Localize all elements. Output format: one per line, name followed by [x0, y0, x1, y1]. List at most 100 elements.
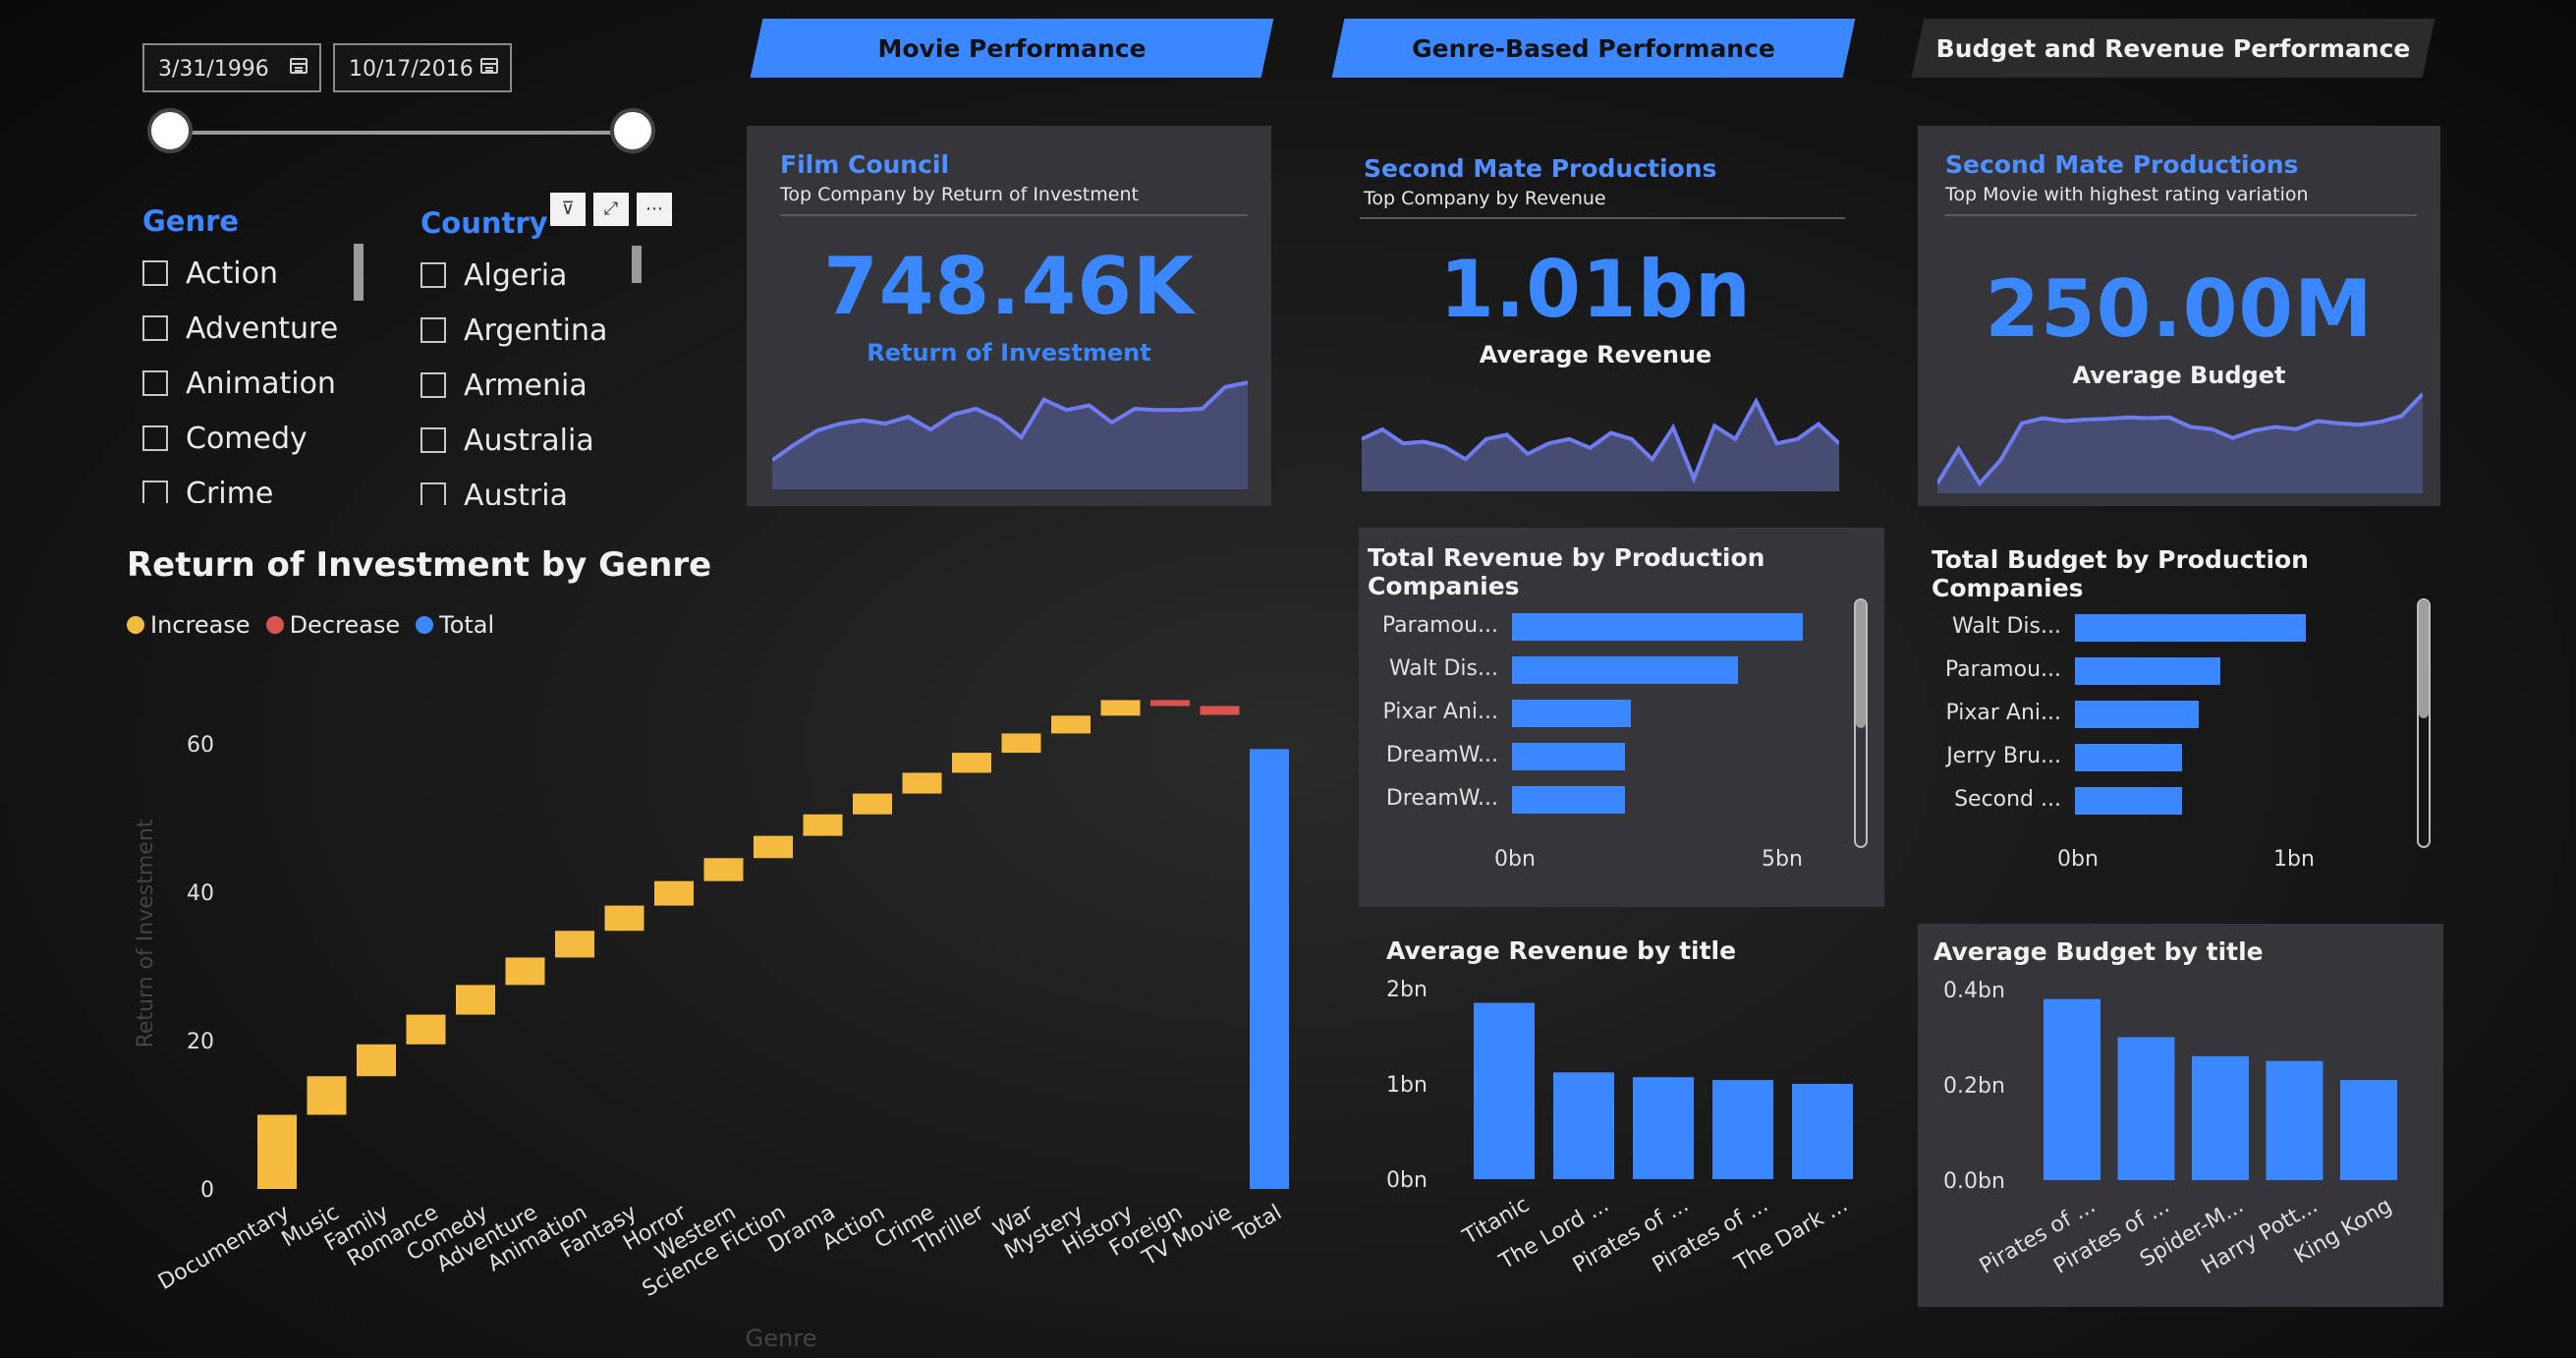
kpi-card-revenue[interactable]: Second Mate Productions Top Company by R… [1346, 126, 1845, 506]
bar[interactable] [1512, 786, 1626, 814]
scrollbar-thumb[interactable] [1856, 600, 1866, 728]
budget-scrollbar[interactable] [2417, 598, 2431, 848]
legend-item[interactable]: Decrease [265, 611, 400, 639]
bar[interactable] [1512, 656, 1739, 684]
waterfall-bar[interactable] [604, 905, 644, 932]
waterfall-bar[interactable] [952, 753, 991, 773]
tab-budget-revenue-performance[interactable]: Budget and Revenue Performance [1911, 19, 2436, 78]
waterfall-bar[interactable] [307, 1076, 347, 1115]
genre-slicer-scrollbar[interactable] [354, 244, 364, 301]
checkbox[interactable] [142, 425, 168, 451]
waterfall-bar[interactable] [406, 1014, 446, 1045]
tab-movie-performance[interactable]: Movie Performance [750, 19, 1274, 78]
bar[interactable] [2075, 787, 2182, 815]
checkbox[interactable] [420, 317, 446, 343]
genre-option[interactable]: Animation [142, 356, 368, 411]
bar[interactable] [1553, 1072, 1614, 1179]
waterfall-bar[interactable] [902, 772, 942, 794]
genre-option[interactable]: Action [142, 246, 368, 301]
genre-slicer-list[interactable]: Action Adventure Animation Comedy Crime [142, 246, 368, 503]
filter-icon[interactable]: ⊽ [550, 193, 586, 226]
calendar-icon[interactable] [480, 58, 498, 74]
waterfall-bar[interactable] [803, 814, 843, 836]
country-option[interactable]: Argentina [420, 303, 646, 358]
bar[interactable] [2075, 614, 2307, 642]
legend-item[interactable]: Increase [127, 611, 251, 639]
checkbox[interactable] [420, 427, 446, 453]
checkbox[interactable] [420, 262, 446, 288]
bar[interactable] [1712, 1080, 1773, 1179]
bar[interactable] [1792, 1084, 1853, 1179]
genre-option[interactable]: Crime [142, 466, 368, 503]
x-tick-label: Total [1229, 1201, 1286, 1248]
scrollbar-thumb[interactable] [2419, 600, 2429, 718]
date-range-slider-track[interactable] [169, 131, 633, 135]
bar[interactable] [1474, 1002, 1535, 1179]
waterfall-bar[interactable] [456, 985, 495, 1015]
kpi-label: Return of Investment [867, 339, 1151, 367]
bar-category-label: Paramou... [1381, 613, 1498, 638]
tab-label: Movie Performance [877, 33, 1147, 63]
date-range-end-handle[interactable] [610, 108, 655, 153]
calendar-icon[interactable] [290, 58, 308, 74]
checkbox[interactable] [420, 482, 446, 505]
waterfall-bar[interactable] [505, 957, 545, 986]
kpi-card-budget[interactable]: Second Mate Productions Top Movie with h… [1918, 126, 2440, 506]
country-option[interactable]: Algeria [420, 248, 646, 303]
budget-by-company-card[interactable]: Total Budget by Production Companies Wal… [1918, 528, 2443, 907]
bar[interactable] [1512, 743, 1626, 770]
date-range-start-handle[interactable] [147, 108, 193, 153]
checkbox[interactable] [142, 481, 168, 503]
waterfall-bar[interactable] [257, 1114, 297, 1190]
checkbox[interactable] [142, 260, 168, 286]
more-options-icon[interactable]: ⋯ [637, 193, 672, 226]
avg-budget-card[interactable]: Average Budget by title 0.4bn 0.2bn 0.0bn P… [1918, 924, 2443, 1307]
revenue-by-company-card[interactable]: Total Revenue by Production Companies Pa… [1359, 528, 1884, 907]
bar[interactable] [2117, 1037, 2175, 1181]
waterfall-bar[interactable] [754, 835, 793, 859]
revenue-scrollbar[interactable] [1854, 598, 1868, 848]
kpi-card-roi[interactable]: Film Council Top Company by Return of In… [747, 126, 1271, 506]
waterfall-bar[interactable] [1200, 706, 1240, 715]
start-date-input[interactable]: 3/31/1996 [142, 43, 321, 92]
waterfall-bar[interactable] [1150, 700, 1190, 707]
waterfall-bar[interactable] [555, 931, 594, 958]
roi-waterfall-chart[interactable]: 0 20 40 60 Return of Investment Genre Document… [0, 688, 1346, 1358]
avg-revenue-chart[interactable]: 2bn1bn0bnTitanicThe Lord ...Pirates of .… [1359, 963, 1884, 1307]
bar-category-label: DreamW... [1385, 786, 1498, 811]
bar[interactable] [2075, 744, 2182, 771]
end-date-input[interactable]: 10/17/2016 [333, 43, 512, 92]
waterfall-bar[interactable] [1100, 700, 1141, 716]
tab-genre-performance[interactable]: Genre-Based Performance [1331, 19, 1856, 78]
bar[interactable] [2075, 701, 2200, 728]
genre-option[interactable]: Adventure [142, 301, 368, 356]
bar[interactable] [2266, 1060, 2324, 1180]
waterfall-bar[interactable] [703, 858, 744, 881]
legend-item[interactable]: Total [416, 611, 494, 639]
waterfall-bar[interactable] [1051, 715, 1091, 734]
bar[interactable] [1512, 700, 1631, 727]
waterfall-bar[interactable] [1250, 749, 1289, 1189]
checkbox[interactable] [420, 372, 446, 398]
roi-legend[interactable]: Increase Decrease Total [127, 611, 494, 639]
bar[interactable] [1512, 613, 1803, 641]
country-option[interactable]: Australia [420, 413, 646, 468]
checkbox[interactable] [142, 315, 168, 341]
genre-option[interactable]: Comedy [142, 411, 368, 466]
bar[interactable] [2044, 998, 2100, 1180]
bar[interactable] [2075, 657, 2221, 685]
waterfall-bar[interactable] [1001, 733, 1041, 754]
checkbox[interactable] [142, 370, 168, 396]
avg-budget-chart[interactable]: 0.4bn0.2bn0.0bnPirates of ...Pirates of … [1918, 963, 2443, 1302]
waterfall-bar[interactable] [853, 793, 892, 815]
bar[interactable] [2340, 1080, 2397, 1180]
country-slicer-scrollbar[interactable] [632, 246, 642, 283]
focus-mode-icon[interactable]: ⤢ [593, 193, 629, 226]
country-option[interactable]: Armenia [420, 358, 646, 413]
country-slicer-list[interactable]: Algeria Argentina Armenia Australia Austria [420, 248, 646, 505]
bar[interactable] [2192, 1055, 2249, 1180]
waterfall-bar[interactable] [357, 1044, 396, 1077]
country-option[interactable]: Austria [420, 468, 646, 505]
waterfall-bar[interactable] [654, 880, 694, 906]
bar[interactable] [1633, 1077, 1694, 1179]
